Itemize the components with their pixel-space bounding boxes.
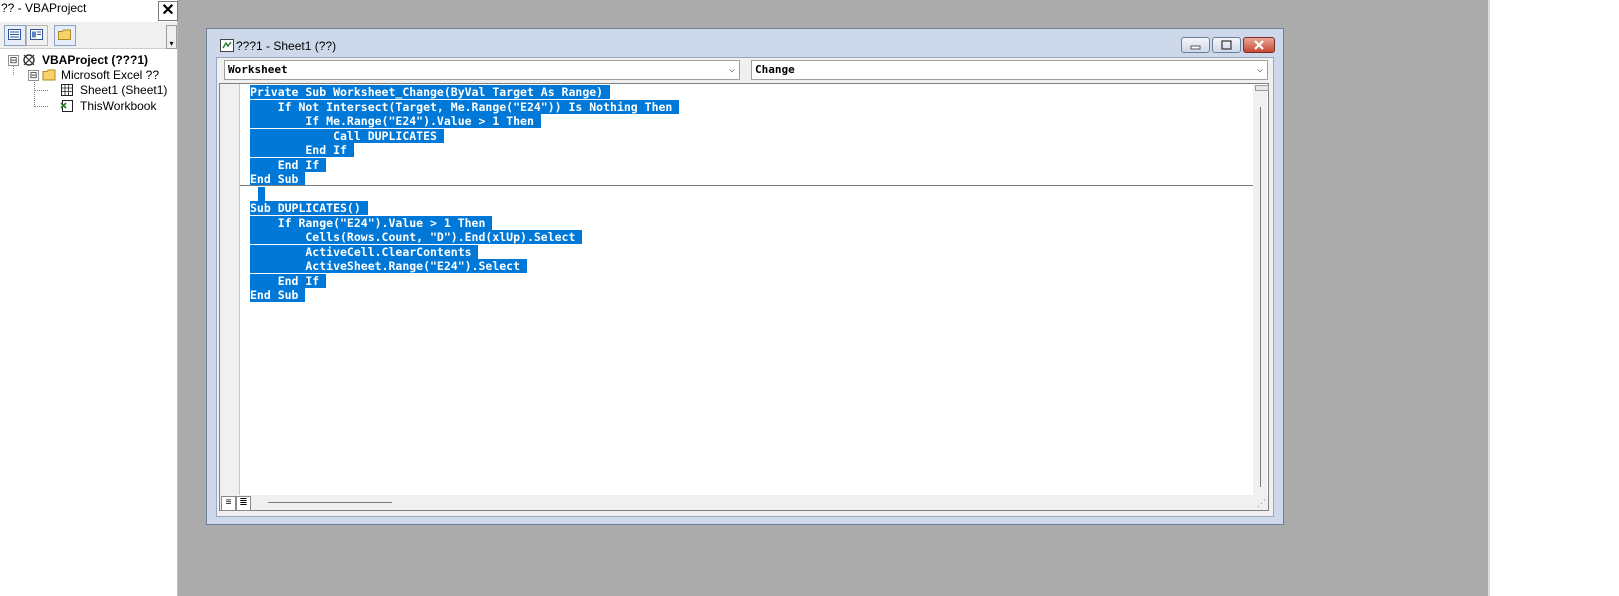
view-code-icon (8, 29, 21, 40)
view-code-button[interactable] (4, 25, 26, 46)
procedure-view-icon: ≡ (225, 497, 232, 508)
maximize-button[interactable] (1212, 37, 1241, 53)
code-window-client: Worksheet ⌵ Change ⌵ Private Sub Workshe… (216, 57, 1274, 517)
code-line[interactable] (250, 186, 1260, 202)
tree-node-sheet1[interactable]: Sheet1 (Sheet1) (0, 82, 176, 98)
code-line[interactable]: Private Sub Worksheet_Change(ByVal Targe… (250, 85, 1260, 100)
code-line[interactable]: End If (250, 157, 1260, 173)
close-button[interactable] (1243, 37, 1275, 53)
collapse-icon[interactable]: ⊟ (8, 55, 19, 66)
collapse-icon[interactable]: ⊟ (28, 70, 39, 81)
view-object-button[interactable] (26, 25, 48, 46)
tree-node-label: Microsoft Excel ?? (61, 68, 160, 82)
scrollbar-track[interactable] (1260, 107, 1261, 487)
close-icon: ✕ (161, 2, 175, 19)
project-explorer-titlebar: ?? - VBAProject ✕ (0, 0, 178, 21)
toggle-folders-icon (58, 29, 71, 40)
tree-node-label: Sheet1 (Sheet1) (80, 83, 168, 97)
code-line[interactable]: ActiveSheet.Range("E24").Select (250, 259, 1260, 274)
minimize-button[interactable] (1181, 37, 1210, 53)
code-line[interactable]: Sub DUPLICATES() (250, 201, 1260, 216)
code-line[interactable]: End If (250, 143, 1260, 158)
code-line[interactable]: Cells(Rows.Count, "D").End(xlUp).Select (250, 230, 1260, 245)
object-dropdown[interactable]: Worksheet ⌵ (224, 60, 740, 80)
code-window-titlebar[interactable]: ???1 - Sheet1 (??) (207, 29, 1283, 57)
split-bar-handle[interactable] (1255, 85, 1269, 91)
folder-icon (42, 69, 56, 81)
horizontal-scrollbar[interactable] (268, 502, 392, 503)
minimize-icon (1190, 45, 1201, 50)
project-explorer-toolbar: ▾ (0, 22, 177, 49)
code-line[interactable]: End If (250, 273, 1260, 289)
tree-node-label: VBAProject (???1) (42, 53, 149, 67)
workbook-icon (60, 100, 73, 112)
close-icon (1254, 40, 1264, 50)
project-explorer-title: ?? - VBAProject (1, 1, 87, 15)
tree-node-vbaproject[interactable]: ⊟ VBAProject (???1) (0, 52, 176, 68)
code-line[interactable]: If Me.Range("E24").Value > 1 Then (250, 114, 1260, 129)
window-edge (1488, 0, 1490, 596)
toggle-folders-button[interactable] (54, 25, 76, 46)
vertical-scrollbar[interactable] (1253, 85, 1269, 497)
procedure-dropdown-value: Change (755, 63, 795, 76)
code-line[interactable]: If Range("E24").Value > 1 Then (250, 215, 1260, 231)
bottom-bar: ≡ ≣ ⋰ (220, 495, 1268, 511)
project-explorer-pane: ?? - VBAProject ✕ ▾ ⊟ VBAProject (???1) … (0, 0, 178, 596)
tree-node-label: ThisWorkbook (80, 99, 157, 113)
procedure-dropdown[interactable]: Change ⌵ (751, 60, 1268, 80)
full-module-view-icon: ≣ (239, 497, 248, 508)
code-window-title: ???1 - Sheet1 (??) (236, 39, 337, 53)
toolbar-scroll-button[interactable]: ▾ (166, 25, 177, 49)
code-text[interactable]: Private Sub Worksheet_Change(ByVal Targe… (250, 85, 1260, 303)
worksheet-icon (61, 84, 73, 96)
procedure-separator (240, 185, 1262, 186)
code-line[interactable]: If Not Intersect(Target, Me.Range("E24")… (250, 99, 1260, 115)
project-explorer-close-button[interactable]: ✕ (158, 1, 178, 21)
tree-node-thisworkbook[interactable]: ThisWorkbook (0, 98, 176, 114)
code-window-icon (220, 39, 234, 52)
vba-project-icon (23, 54, 35, 66)
code-line[interactable]: Call DUPLICATES (250, 128, 1260, 144)
margin-indicator-bar[interactable] (220, 84, 240, 510)
chevron-down-icon: ⌵ (1256, 64, 1263, 75)
procedure-view-button[interactable]: ≡ (221, 496, 236, 511)
full-module-view-button[interactable]: ≣ (236, 496, 251, 511)
view-object-icon (30, 29, 43, 40)
code-line[interactable]: ActiveCell.ClearContents (250, 244, 1260, 260)
code-editor[interactable]: Private Sub Worksheet_Change(ByVal Targe… (219, 83, 1269, 511)
code-window[interactable]: ???1 - Sheet1 (??) Worksheet ⌵ Change ⌵ … (206, 28, 1284, 525)
object-dropdown-value: Worksheet (228, 63, 288, 76)
resize-grip-icon[interactable]: ⋰ (1257, 498, 1266, 509)
maximize-icon (1221, 40, 1232, 50)
code-line[interactable]: End Sub (250, 288, 1260, 303)
chevron-down-icon: ⌵ (728, 64, 735, 75)
tree-node-microsoft-excel-objects[interactable]: ⊟ Microsoft Excel ?? (0, 67, 176, 83)
